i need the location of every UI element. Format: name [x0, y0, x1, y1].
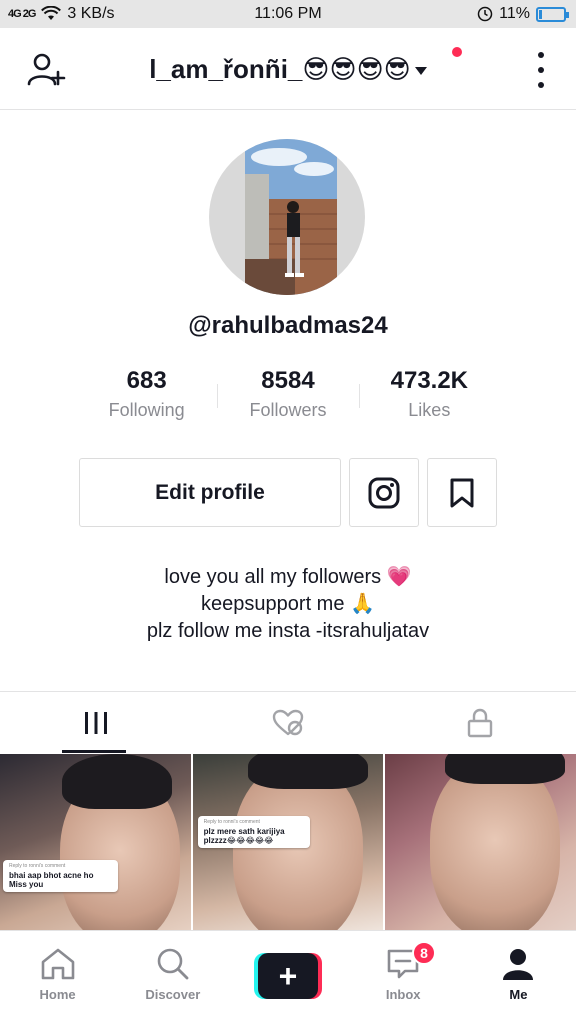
comment-reply-label: Reply to ronni's comment — [9, 863, 66, 869]
notification-dot — [452, 47, 462, 57]
nav-discover[interactable]: Discover — [115, 931, 230, 1024]
instagram-button[interactable] — [349, 458, 419, 527]
nav-me-label: Me — [509, 987, 528, 1002]
inbox-badge: 8 — [412, 941, 436, 965]
tab-liked[interactable] — [192, 692, 384, 753]
profile-icon — [503, 949, 534, 980]
nav-home[interactable]: Home — [0, 931, 115, 1024]
profile-handle: @rahulbadmas24 — [188, 312, 388, 339]
chevron-down-icon — [414, 67, 427, 76]
tab-private[interactable] — [384, 692, 576, 753]
followers-count: 8584 — [261, 367, 315, 394]
account-switcher[interactable]: l_am_řonñi_😎😎😎😎 — [149, 54, 427, 85]
nav-inbox-label: Inbox — [385, 987, 421, 1002]
nav-create[interactable]: + — [230, 931, 345, 1024]
alarm-icon — [477, 6, 493, 22]
create-button[interactable]: + — [254, 953, 322, 999]
videos-grid-icon — [85, 711, 107, 734]
video-thumbnail[interactable]: Reply to ronni's comment bhai aap bhot a… — [0, 754, 191, 930]
profile-bio: love you all my followers 💗 keepsupport … — [0, 564, 576, 645]
following-count: 683 — [126, 367, 167, 394]
liked-videos-icon — [272, 709, 304, 735]
private-lock-icon — [467, 708, 493, 737]
comment-reply-label: Reply to ronni's comment — [203, 819, 260, 825]
bio-line: love you all my followers 💗 — [164, 566, 412, 588]
search-icon — [157, 948, 189, 980]
home-icon — [41, 948, 74, 980]
nav-me[interactable]: Me — [461, 931, 576, 1024]
more-vertical-icon[interactable] — [536, 52, 546, 88]
edit-profile-button[interactable]: Edit profile — [79, 458, 341, 527]
bio-line: plz follow me insta -itsrahuljatav — [146, 620, 430, 642]
profile-stats: 683 Following 8584 Followers 473.2K Like… — [76, 366, 500, 430]
nav-discover-label: Discover — [145, 987, 201, 1002]
tab-videos[interactable] — [0, 692, 192, 753]
battery-icon — [536, 6, 569, 22]
followers-stat[interactable]: 8584 Followers — [217, 366, 358, 430]
video-grid: Reply to ronni's comment bhai aap bhot a… — [0, 754, 576, 930]
comment-text: bhai aap bhot acne ho Miss you — [9, 871, 94, 889]
status-bar: 4G 2G 3 KB/s 11:06 PM 11% — [0, 0, 576, 28]
following-label: Following — [108, 400, 185, 420]
bookmark-button[interactable] — [427, 458, 497, 527]
username-title: l_am_řonñi_😎😎😎😎 — [149, 54, 411, 84]
following-stat[interactable]: 683 Following — [76, 366, 217, 430]
bio-line: keepsupport me 🙏 — [201, 593, 375, 615]
avatar-photo — [245, 139, 337, 295]
content-tabs — [0, 691, 576, 753]
likes-stat[interactable]: 473.2K Likes — [358, 366, 500, 430]
battery-percent: 11% — [499, 5, 530, 22]
likes-count: 473.2K — [390, 367, 469, 394]
video-thumbnail[interactable] — [385, 754, 576, 930]
followers-label: Followers — [249, 400, 327, 420]
plus-icon: + — [258, 953, 318, 999]
comment-sticker: Reply to ronni's comment bhai aap bhot a… — [3, 860, 118, 892]
avatar[interactable] — [209, 139, 365, 295]
nav-inbox[interactable]: Inbox — [346, 931, 461, 1024]
profile-header: l_am_řonñi_😎😎😎😎 — [0, 28, 576, 110]
video-thumbnail[interactable]: Reply to ronni's comment plz mere sath k… — [192, 754, 384, 930]
bookmark-icon — [450, 478, 474, 507]
nav-home-label: Home — [39, 987, 76, 1002]
profile-actions: Edit profile — [79, 458, 497, 527]
comment-text: plz mere sath karijiya plzzzz😂😂😂😂😂 — [203, 827, 285, 845]
bottom-nav: Home Discover + Inbox Me — [0, 930, 576, 1024]
comment-sticker: Reply to ronni's comment plz mere sath k… — [197, 816, 310, 848]
likes-label: Likes — [408, 400, 451, 420]
instagram-icon — [368, 477, 400, 508]
